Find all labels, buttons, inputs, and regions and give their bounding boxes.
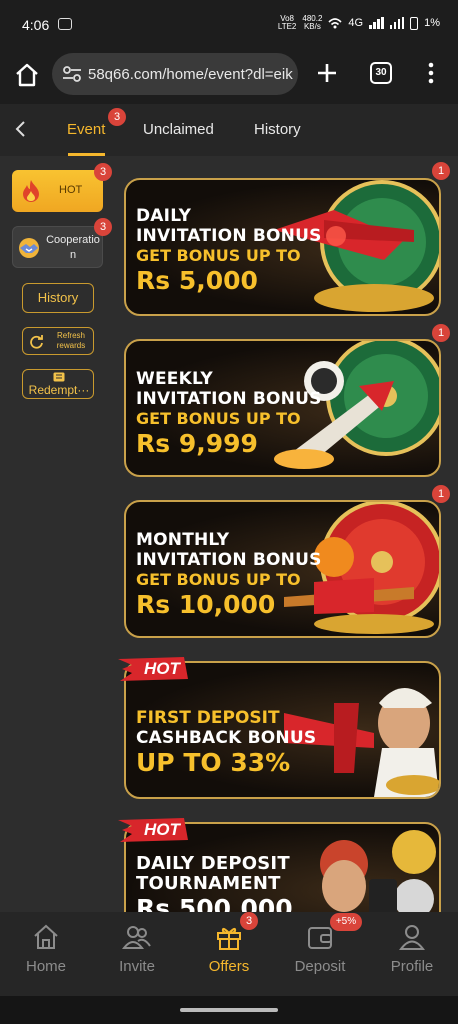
banner-weekly-invitation[interactable]: WEEKLY INVITATION BONUS GET BONUS UP TO …	[124, 339, 441, 477]
deposit-bonus-badge: +5%	[330, 913, 362, 931]
nav-offers[interactable]: Offers	[183, 912, 275, 996]
status-time: 4:06	[22, 17, 50, 33]
url-text[interactable]: 58q66.com/home/event?dl=eik	[88, 66, 294, 83]
category-sidebar: HOT 3 Cooperatio n 3 History Refresh rew…	[0, 156, 114, 912]
profile-icon	[399, 925, 425, 950]
hot-tag: HOT	[118, 816, 190, 844]
banner-text: WEEKLY INVITATION BONUS GET BONUS UP TO …	[136, 369, 322, 458]
flame-icon	[23, 180, 39, 202]
hot-tag: HOT	[118, 655, 190, 683]
network-type: 4G	[348, 17, 364, 29]
history-button[interactable]: History	[22, 283, 94, 313]
battery-level: 1%	[424, 17, 440, 29]
nav-home[interactable]: Home	[0, 912, 92, 996]
refresh-rewards-button[interactable]: Refresh rewards	[22, 327, 94, 355]
redemption-button[interactable]: Redempt···	[22, 369, 94, 399]
nav-invite[interactable]: Invite	[91, 912, 183, 996]
banner-text: MONTHLY INVITATION BONUS GET BONUS UP TO…	[136, 530, 322, 619]
tab-unclaimed[interactable]: Unclaimed	[143, 121, 214, 138]
banner-text: FIRST DEPOSIT CASHBACK BONUS UP TO 33%	[136, 708, 317, 777]
banner-text: DAILY INVITATION BONUS GET BONUS UP TO R…	[136, 206, 322, 295]
redemption-label: Redempt···	[28, 383, 90, 397]
banner-badge: 1	[432, 324, 450, 342]
address-bar[interactable]: 58q66.com/home/event?dl=eik	[52, 53, 298, 95]
banner-badge: 1	[432, 485, 450, 503]
status-bar: 4:06 Vo8 LTE2 480.2 KB/s 4G 1%	[0, 0, 458, 50]
battery-icon	[410, 16, 419, 30]
ticket-icon	[53, 372, 65, 382]
signal-icon-2	[389, 17, 405, 29]
app-screen: 4:06 Vo8 LTE2 480.2 KB/s 4G 1% 58q66.com/…	[0, 0, 458, 1024]
back-arrow-icon[interactable]	[10, 118, 32, 140]
offers-badge: 3	[240, 912, 258, 930]
browser-home-icon[interactable]	[14, 62, 40, 88]
browser-toolbar: 58q66.com/home/event?dl=eik 30	[0, 50, 458, 104]
refresh-icon	[30, 335, 43, 349]
more-menu-icon[interactable]	[423, 61, 439, 85]
event-badge: 3	[108, 108, 126, 126]
people-icon	[122, 926, 151, 949]
sidebar-item-cooperation[interactable]: Cooperatio n	[12, 226, 103, 268]
status-icons: Vo8 LTE2 480.2 KB/s 4G 1%	[278, 15, 440, 31]
new-tab-icon[interactable]	[316, 62, 338, 84]
sidebar-item-label: HOT	[59, 184, 83, 196]
volte-indicator: Vo8 LTE2	[277, 14, 297, 31]
banner-monthly-invitation[interactable]: MONTHLY INVITATION BONUS GET BONUS UP TO…	[124, 500, 441, 638]
signal-icon	[369, 17, 384, 29]
hot-badge: 3	[94, 163, 112, 181]
tab-event[interactable]: Event	[67, 121, 105, 138]
page-header: Event 3 Unclaimed History	[0, 104, 458, 156]
gesture-bar	[0, 996, 458, 1024]
home-icon	[34, 924, 58, 949]
nav-profile[interactable]: Profile	[366, 912, 458, 996]
handshake-icon	[19, 238, 39, 258]
wifi-calling-icon	[328, 18, 342, 29]
bottom-navigation: Home Invite Offers 3 Deposit +5% Profile	[0, 912, 458, 996]
sidebar-item-hot[interactable]: HOT	[12, 170, 103, 212]
tab-history[interactable]: History	[254, 121, 301, 138]
site-settings-icon[interactable]	[62, 65, 82, 83]
refresh-label: Refresh rewards	[56, 331, 86, 350]
network-speed: 480.2 KB/s	[302, 14, 323, 31]
cooperation-badge: 3	[94, 218, 112, 236]
banner-daily-invitation[interactable]: DAILY INVITATION BONUS GET BONUS UP TO R…	[124, 178, 441, 316]
home-indicator[interactable]	[180, 1008, 278, 1012]
banner-badge: 1	[432, 162, 450, 180]
notification-icon	[58, 18, 72, 30]
gift-icon	[217, 927, 241, 950]
sidebar-item-label: Cooperatio n	[46, 234, 100, 261]
tab-switcher-button[interactable]: 30	[370, 62, 392, 84]
